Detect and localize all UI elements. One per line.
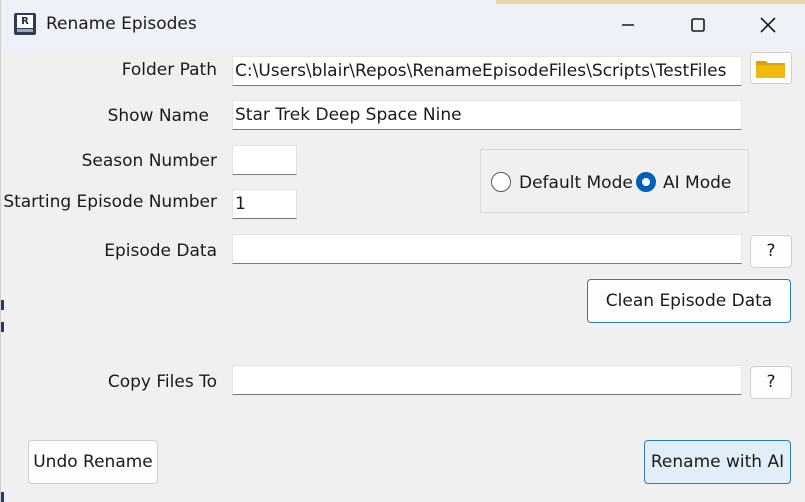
browse-folder-button[interactable] xyxy=(750,52,792,84)
starting-episode-input[interactable]: 1 xyxy=(232,189,297,219)
close-button[interactable] xyxy=(745,0,791,50)
season-number-input[interactable] xyxy=(232,145,297,175)
background-edge-mark xyxy=(1,300,4,310)
mode-group: Default Mode AI Mode xyxy=(480,149,749,213)
title-bar[interactable]: R Rename Episodes xyxy=(1,0,805,50)
episode-data-input[interactable] xyxy=(232,234,742,264)
rename-episodes-window: R Rename Episodes Folder Path C:\Users\b… xyxy=(0,0,805,502)
clean-episode-data-button[interactable]: Clean Episode Data xyxy=(587,279,791,323)
ai-mode-radio[interactable] xyxy=(636,172,656,192)
background-edge-mark xyxy=(1,322,4,332)
app-icon: R xyxy=(14,13,36,35)
starting-episode-label: Starting Episode Number xyxy=(3,192,217,212)
default-mode-label[interactable]: Default Mode xyxy=(519,173,633,193)
folder-path-label: Folder Path xyxy=(121,60,217,80)
episode-data-label: Episode Data xyxy=(104,241,217,261)
copy-files-help-button[interactable]: ? xyxy=(750,366,792,399)
window-title: Rename Episodes xyxy=(46,14,197,34)
folder-icon xyxy=(756,61,785,78)
show-name-input[interactable]: Star Trek Deep Space Nine xyxy=(232,100,742,130)
episode-data-help-button[interactable]: ? xyxy=(750,235,792,268)
undo-rename-button[interactable]: Undo Rename xyxy=(28,440,158,484)
close-icon xyxy=(760,17,776,33)
ai-mode-radio-dot xyxy=(641,177,650,186)
app-icon-letter: R xyxy=(17,15,33,28)
minimize-button[interactable] xyxy=(605,0,651,50)
season-number-label: Season Number xyxy=(81,151,217,171)
copy-files-to-label: Copy Files To xyxy=(107,372,217,392)
copy-files-to-input[interactable] xyxy=(232,365,742,395)
default-mode-radio[interactable] xyxy=(491,172,511,192)
background-edge-mark xyxy=(1,492,4,502)
rename-with-ai-button[interactable]: Rename with AI xyxy=(644,440,791,484)
show-name-label: Show Name xyxy=(107,106,209,126)
folder-path-input[interactable]: C:\Users\blair\Repos\RenameEpisodeFiles\… xyxy=(232,56,742,86)
ai-mode-label[interactable]: AI Mode xyxy=(663,173,731,193)
maximize-button[interactable] xyxy=(675,0,721,50)
minimize-icon xyxy=(622,24,634,26)
app-icon-stripe xyxy=(17,29,33,32)
maximize-icon xyxy=(691,18,705,32)
